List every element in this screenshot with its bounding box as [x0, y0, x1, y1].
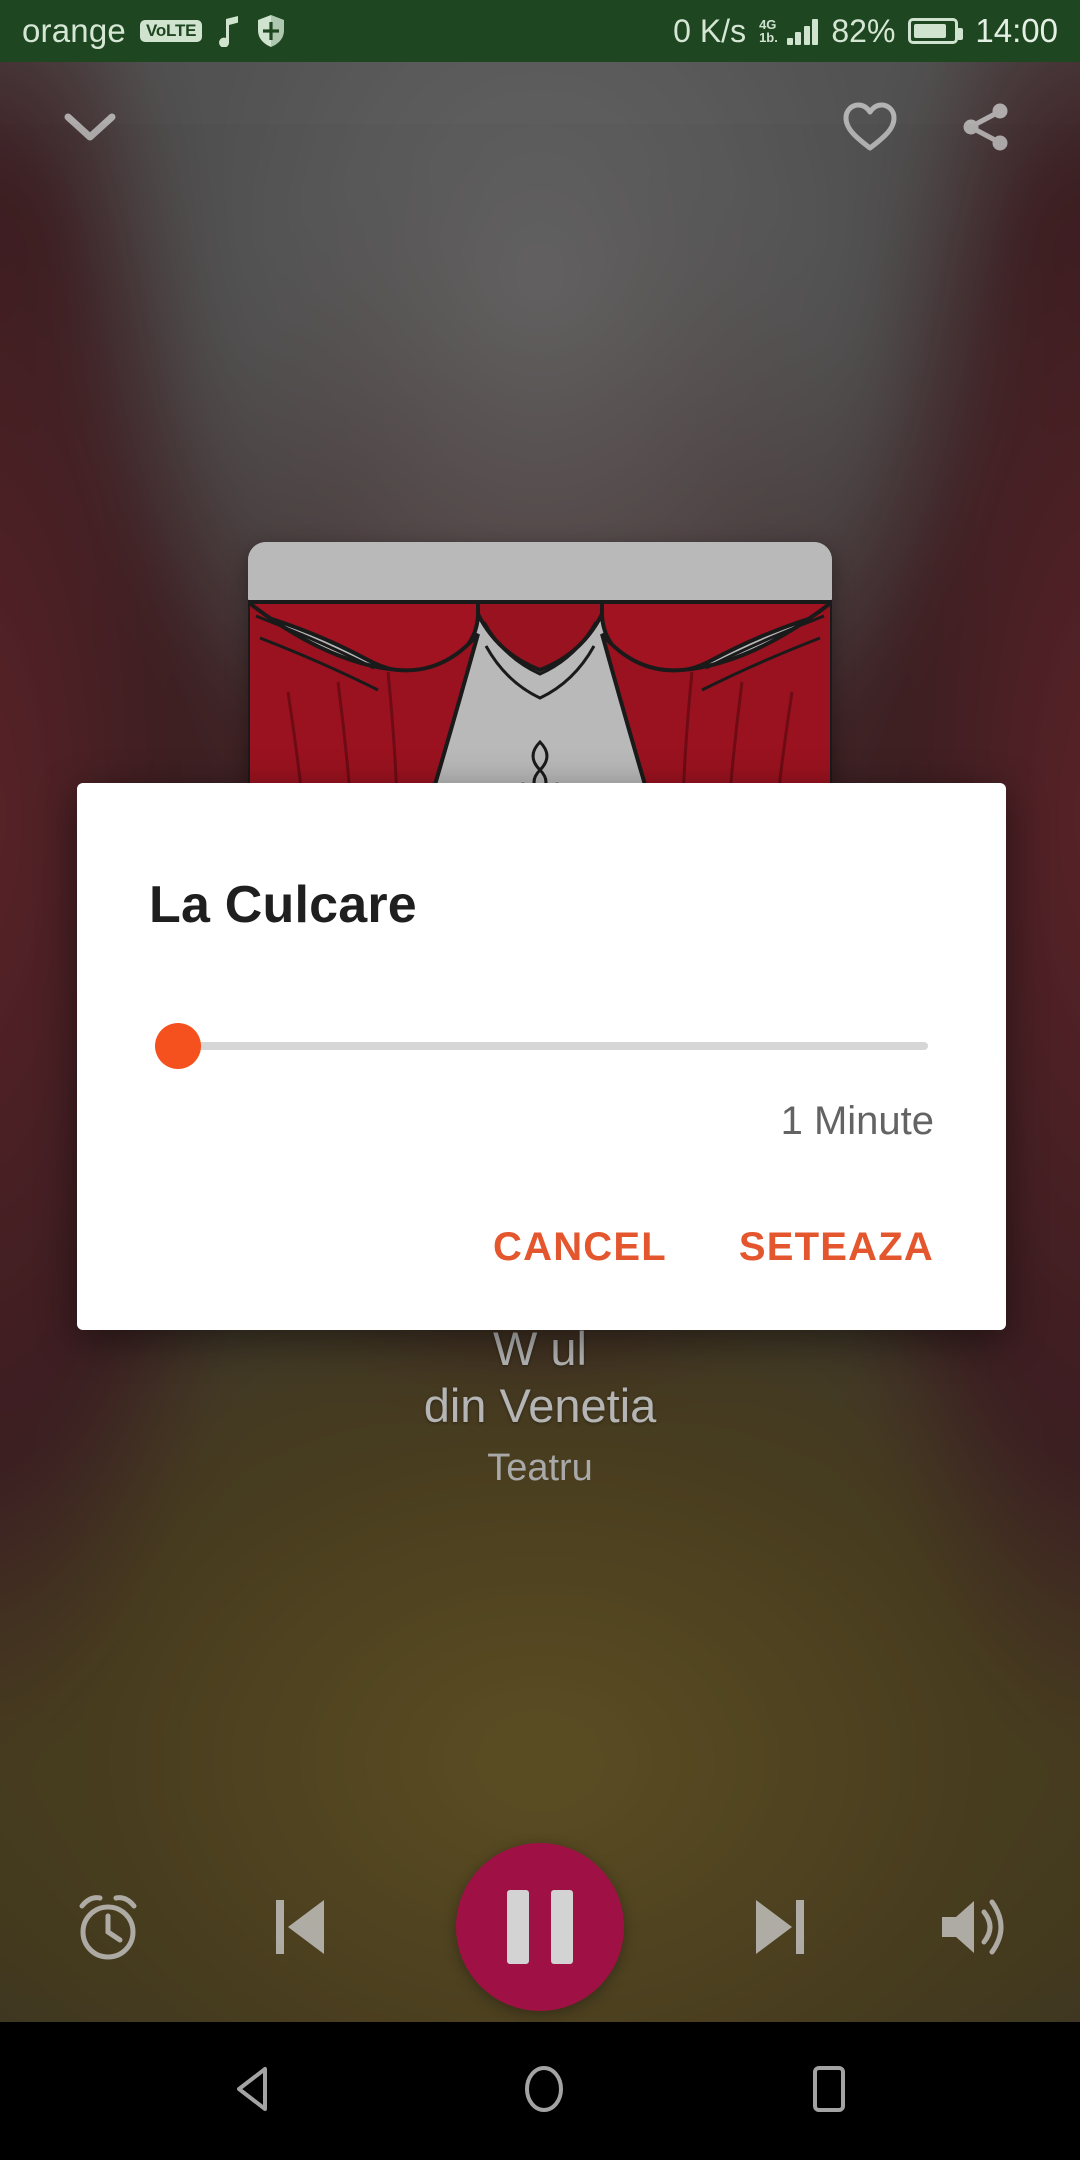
- music-note-icon: [216, 15, 242, 47]
- recents-square-icon[interactable]: [807, 2063, 851, 2120]
- volte-badge: VoLTE: [139, 20, 203, 42]
- battery-icon: [908, 18, 964, 44]
- slider-track[interactable]: [181, 1042, 928, 1050]
- status-bar-right: 0 K/s 4G 1b. 82% 14:00: [673, 12, 1058, 50]
- network-generation-sub: 1b.: [759, 30, 778, 45]
- android-navigation-bar: [0, 2022, 1080, 2160]
- dialog-title: La Culcare: [149, 876, 417, 934]
- status-bar-left: orange VoLTE: [22, 12, 673, 50]
- home-circle-icon[interactable]: [519, 2063, 569, 2120]
- duration-label: 1 Minute: [780, 1099, 934, 1143]
- clock-label: 14:00: [975, 12, 1058, 49]
- confirm-button[interactable]: SETEAZA: [715, 1211, 958, 1284]
- cancel-button[interactable]: CANCEL: [469, 1211, 691, 1284]
- slider-thumb[interactable]: [155, 1023, 201, 1069]
- shield-icon: [256, 14, 286, 48]
- status-bar: orange VoLTE 0 K/s 4G 1b. 82% 14:00: [0, 0, 1080, 62]
- signal-bars-icon: [786, 17, 819, 45]
- carrier-label: orange: [22, 12, 126, 49]
- battery-percent-label: 82%: [831, 12, 896, 49]
- dialog-actions: CANCEL SETEAZA: [77, 1211, 1006, 1330]
- sleep-timer-dialog: La Culcare 1 Minute CANCEL SETEAZA: [77, 783, 1006, 1330]
- network-speed-label: 0 K/s: [673, 12, 747, 49]
- back-triangle-icon[interactable]: [229, 2063, 281, 2120]
- duration-slider[interactable]: [137, 1023, 946, 1069]
- network-generation-icon: 4G 1b.: [759, 18, 778, 44]
